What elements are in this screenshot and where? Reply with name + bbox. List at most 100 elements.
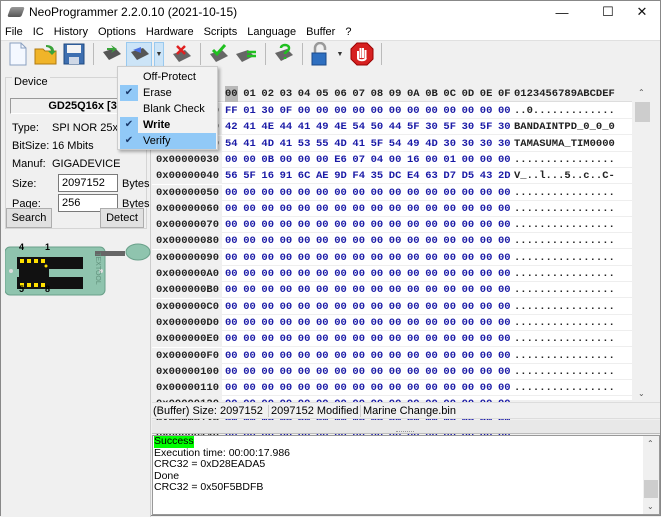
hex-byte[interactable]: 00: [443, 315, 461, 331]
hex-byte[interactable]: E6: [334, 152, 352, 168]
hex-row[interactable]: 0x00000050 00 00 00 00 00 00 00 00 00 00 00 00 00 00 00…: [152, 184, 632, 201]
hex-byte[interactable]: 00: [407, 364, 425, 380]
hex-byte[interactable]: 00: [225, 364, 243, 380]
hex-byte[interactable]: 00: [389, 299, 407, 315]
detect-button[interactable]: Detect: [100, 208, 144, 228]
hex-byte[interactable]: 00: [443, 250, 461, 266]
hex-byte[interactable]: 56: [225, 168, 243, 184]
hex-byte[interactable]: 00: [280, 185, 298, 201]
hex-byte[interactable]: 00: [352, 364, 370, 380]
hex-byte[interactable]: 00: [261, 233, 279, 249]
menu-item-blank-check[interactable]: Blank Check: [120, 101, 216, 117]
hex-byte[interactable]: 00: [334, 250, 352, 266]
hex-byte[interactable]: 00: [425, 315, 443, 331]
hex-byte[interactable]: 00: [280, 299, 298, 315]
hex-byte[interactable]: 00: [334, 348, 352, 364]
hex-row[interactable]: 0x00000080 00 00 00 00 00 00 00 00 00 00 00 00 00 00 00…: [152, 233, 632, 250]
hex-byte[interactable]: 00: [261, 331, 279, 347]
hex-ascii[interactable]: ................: [514, 299, 615, 315]
hex-byte[interactable]: 00: [443, 364, 461, 380]
hex-ascii[interactable]: ................: [514, 348, 615, 364]
hex-byte[interactable]: 00: [352, 250, 370, 266]
hex-row[interactable]: 0x000000B0 00 00 00 00 00 00 00 00 00 00 00 00 00 00 00…: [152, 282, 632, 299]
hex-byte[interactable]: 00: [298, 266, 316, 282]
hex-byte[interactable]: 4D: [425, 136, 443, 152]
search-button[interactable]: Search: [6, 208, 52, 228]
hex-byte[interactable]: E4: [407, 168, 425, 184]
hex-byte[interactable]: 00: [443, 348, 461, 364]
hex-byte[interactable]: 00: [316, 299, 334, 315]
hex-byte[interactable]: 00: [316, 103, 334, 119]
hex-byte[interactable]: 6C: [298, 168, 316, 184]
erase-chip-button[interactable]: [168, 42, 194, 67]
hex-byte[interactable]: 00: [280, 331, 298, 347]
hex-row[interactable]: 0x0000002054414D4153554D415F54494D303030…: [152, 135, 632, 152]
hex-byte[interactable]: 00: [352, 331, 370, 347]
hex-byte[interactable]: 00: [371, 315, 389, 331]
hex-byte[interactable]: 00: [316, 233, 334, 249]
hex-byte[interactable]: 00: [462, 315, 480, 331]
hex-ascii[interactable]: ................: [514, 233, 615, 249]
hex-byte[interactable]: 00: [389, 380, 407, 396]
hex-byte[interactable]: 00: [280, 364, 298, 380]
hex-byte[interactable]: 00: [371, 185, 389, 201]
hex-byte[interactable]: 41: [352, 136, 370, 152]
hex-byte[interactable]: 00: [280, 315, 298, 331]
hex-byte[interactable]: 00: [389, 315, 407, 331]
hex-byte[interactable]: 00: [389, 266, 407, 282]
hex-byte[interactable]: 00: [407, 103, 425, 119]
hex-byte[interactable]: 00: [243, 201, 261, 217]
blank-check-button[interactable]: [270, 42, 296, 67]
hex-byte[interactable]: 00: [480, 250, 498, 266]
hex-byte[interactable]: 00: [316, 266, 334, 282]
scroll-up-icon[interactable]: ⌃: [647, 438, 654, 450]
hex-ascii[interactable]: ................: [514, 266, 615, 282]
menu-item-off-protect[interactable]: Off-Protect: [120, 69, 216, 85]
hex-byte[interactable]: 55: [316, 136, 334, 152]
hex-byte[interactable]: 00: [443, 201, 461, 217]
hex-byte[interactable]: 00: [480, 315, 498, 331]
hex-byte[interactable]: 00: [371, 103, 389, 119]
hex-byte[interactable]: 00: [298, 103, 316, 119]
hex-byte[interactable]: 00: [407, 299, 425, 315]
hex-byte[interactable]: 00: [425, 103, 443, 119]
hex-byte[interactable]: 00: [352, 217, 370, 233]
hex-byte[interactable]: 00: [407, 266, 425, 282]
hex-byte[interactable]: 00: [243, 348, 261, 364]
hex-byte[interactable]: 01: [243, 103, 261, 119]
hex-ascii[interactable]: ................: [514, 217, 615, 233]
hex-byte[interactable]: 00: [334, 217, 352, 233]
hex-byte[interactable]: 00: [334, 380, 352, 396]
hex-byte[interactable]: 00: [298, 348, 316, 364]
hex-byte[interactable]: 49: [316, 119, 334, 135]
hex-byte[interactable]: 54: [225, 136, 243, 152]
hex-row[interactable]: 0x000000C0 00 00 00 00 00 00 00 00 00 00 00 00 00 00 00…: [152, 298, 632, 315]
hex-byte[interactable]: 30: [261, 103, 279, 119]
hex-byte[interactable]: 00: [316, 217, 334, 233]
hex-byte[interactable]: 00: [462, 299, 480, 315]
hex-byte[interactable]: 30: [462, 136, 480, 152]
hex-byte[interactable]: 00: [316, 250, 334, 266]
hex-byte[interactable]: 00: [462, 266, 480, 282]
hex-byte[interactable]: 00: [334, 103, 352, 119]
hex-byte[interactable]: 35: [371, 168, 389, 184]
hex-byte[interactable]: 00: [352, 233, 370, 249]
hex-byte[interactable]: 00: [407, 380, 425, 396]
hex-byte[interactable]: 00: [298, 201, 316, 217]
hex-byte[interactable]: 00: [352, 299, 370, 315]
hex-byte[interactable]: 00: [462, 282, 480, 298]
hex-byte[interactable]: 00: [243, 299, 261, 315]
hex-byte[interactable]: 43: [480, 168, 498, 184]
hex-ascii[interactable]: ................: [514, 331, 615, 347]
hex-ascii[interactable]: V_..l...5..c..C-: [514, 168, 615, 184]
hex-byte[interactable]: 00: [280, 380, 298, 396]
hex-byte[interactable]: 00: [425, 364, 443, 380]
hex-byte[interactable]: 00: [261, 201, 279, 217]
hex-byte[interactable]: 41: [243, 136, 261, 152]
hex-byte[interactable]: 00: [425, 233, 443, 249]
hex-byte[interactable]: 00: [261, 315, 279, 331]
hex-byte[interactable]: 00: [334, 185, 352, 201]
hex-byte[interactable]: FF: [225, 103, 243, 119]
hex-byte[interactable]: 00: [443, 299, 461, 315]
hex-byte[interactable]: 4E: [334, 119, 352, 135]
